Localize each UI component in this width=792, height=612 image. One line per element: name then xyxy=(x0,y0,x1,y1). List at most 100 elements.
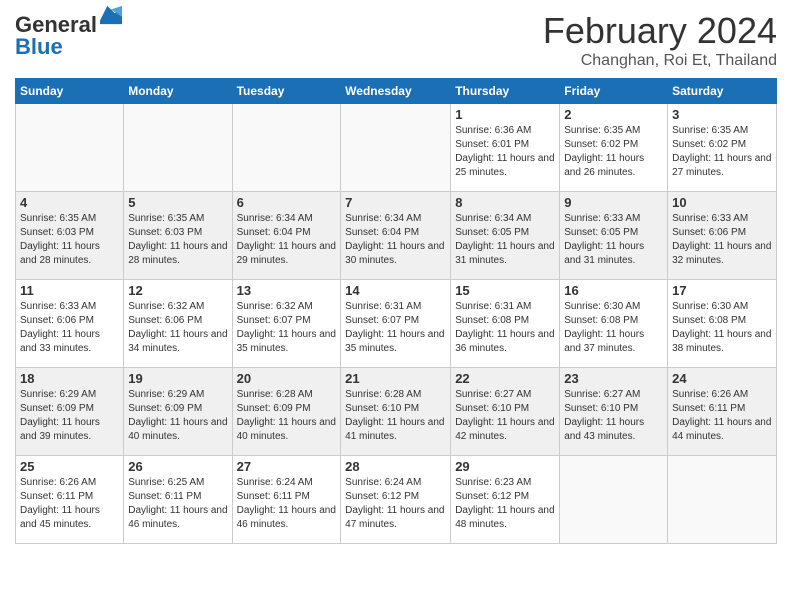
calendar-cell[interactable]: 13Sunrise: 6:32 AM Sunset: 6:07 PM Dayli… xyxy=(232,280,341,368)
day-info: Sunrise: 6:26 AM Sunset: 6:11 PM Dayligh… xyxy=(672,388,772,444)
calendar-cell[interactable]: 15 Sunrise: 6:31 AM Sunset: 6:08 PM Dayli… xyxy=(451,280,560,368)
day-info: Sunrise: 6:36 AM Sunset: 6:01 PM Dayligh… xyxy=(455,124,555,180)
calendar-cell[interactable]: 18 Sunrise: 6:29 AM Sunset: 6:09 PM Dayli… xyxy=(16,368,124,456)
day-info: Sunrise: 6:26 AM Sunset: 6:11 PM Dayligh… xyxy=(20,476,119,532)
logo-icon xyxy=(100,4,122,26)
day-number: 18 xyxy=(20,371,119,386)
day-number: 3 xyxy=(672,107,772,122)
calendar-cell[interactable]: 11 Sunrise: 6:33 AM Sunset: 6:06 PM Dayli… xyxy=(16,280,124,368)
calendar-cell[interactable]: 27 Sunrise: 6:24 AM Sunset: 6:11 PM Dayli… xyxy=(232,456,341,544)
calendar-cell xyxy=(16,104,124,192)
day-header-saturday: Saturday xyxy=(668,79,777,104)
day-number: 16 xyxy=(564,283,663,298)
day-info: Sunrise: 6:27 AM Sunset: 6:10 PM Dayligh… xyxy=(564,388,663,444)
day-info: Sunrise: 6:33 AM Sunset: 6:06 PM Dayligh… xyxy=(20,300,119,356)
day-info: Sunrise: 6:35 AM Sunset: 6:03 PM Dayligh… xyxy=(20,212,119,268)
calendar-cell[interactable]: 17 Sunrise: 6:30 AM Sunset: 6:08 PM Dayli… xyxy=(668,280,777,368)
day-number: 6 xyxy=(237,195,337,210)
calendar-cell[interactable]: 23Sunrise: 6:27 AM Sunset: 6:10 PM Dayli… xyxy=(560,368,668,456)
day-info: Sunrise: 6:30 AM Sunset: 6:08 PM Dayligh… xyxy=(672,300,772,356)
calendar-cell[interactable]: 16Sunrise: 6:30 AM Sunset: 6:08 PM Dayli… xyxy=(560,280,668,368)
day-number: 21 xyxy=(345,371,446,386)
day-number: 17 xyxy=(672,283,772,298)
calendar-cell[interactable]: 12 Sunrise: 6:32 AM Sunset: 6:06 PM Dayli… xyxy=(124,280,232,368)
day-info: Sunrise: 6:33 AM Sunset: 6:06 PM Dayligh… xyxy=(672,212,772,268)
title-month: February 2024 xyxy=(543,10,777,52)
day-info: Sunrise: 6:28 AM Sunset: 6:09 PM Dayligh… xyxy=(237,388,337,444)
day-number: 28 xyxy=(345,459,446,474)
day-header-monday: Monday xyxy=(124,79,232,104)
day-header-sunday: Sunday xyxy=(16,79,124,104)
calendar-cell[interactable]: 1Sunrise: 6:36 AM Sunset: 6:01 PM Daylig… xyxy=(451,104,560,192)
day-info: Sunrise: 6:29 AM Sunset: 6:09 PM Dayligh… xyxy=(20,388,119,444)
day-number: 8 xyxy=(455,195,555,210)
day-header-friday: Friday xyxy=(560,79,668,104)
day-number: 5 xyxy=(128,195,227,210)
day-number: 20 xyxy=(237,371,337,386)
logo: General Blue xyxy=(15,14,122,58)
day-number: 25 xyxy=(20,459,119,474)
day-number: 9 xyxy=(564,195,663,210)
day-number: 26 xyxy=(128,459,227,474)
calendar-cell[interactable]: 10 Sunrise: 6:33 AM Sunset: 6:06 PM Dayli… xyxy=(668,192,777,280)
calendar-week-row: 11 Sunrise: 6:33 AM Sunset: 6:06 PM Dayli… xyxy=(16,280,777,368)
calendar-cell[interactable]: 24 Sunrise: 6:26 AM Sunset: 6:11 PM Dayli… xyxy=(668,368,777,456)
day-info: Sunrise: 6:31 AM Sunset: 6:08 PM Dayligh… xyxy=(455,300,555,356)
day-header-wednesday: Wednesday xyxy=(341,79,451,104)
day-number: 24 xyxy=(672,371,772,386)
calendar-cell[interactable]: 25 Sunrise: 6:26 AM Sunset: 6:11 PM Dayli… xyxy=(16,456,124,544)
calendar-header-row: SundayMondayTuesdayWednesdayThursdayFrid… xyxy=(16,79,777,104)
day-info: Sunrise: 6:34 AM Sunset: 6:04 PM Dayligh… xyxy=(345,212,446,268)
day-info: Sunrise: 6:28 AM Sunset: 6:10 PM Dayligh… xyxy=(345,388,446,444)
day-number: 11 xyxy=(20,283,119,298)
day-info: Sunrise: 6:34 AM Sunset: 6:05 PM Dayligh… xyxy=(455,212,555,268)
logo-text: General Blue xyxy=(15,14,97,58)
day-info: Sunrise: 6:35 AM Sunset: 6:02 PM Dayligh… xyxy=(672,124,772,180)
calendar-cell[interactable]: 4 Sunrise: 6:35 AM Sunset: 6:03 PM Daylig… xyxy=(16,192,124,280)
calendar-cell[interactable]: 14Sunrise: 6:31 AM Sunset: 6:07 PM Dayli… xyxy=(341,280,451,368)
day-info: Sunrise: 6:25 AM Sunset: 6:11 PM Dayligh… xyxy=(128,476,227,532)
header: General Blue February 2024 Changhan, Roi… xyxy=(15,10,777,70)
day-info: Sunrise: 6:24 AM Sunset: 6:12 PM Dayligh… xyxy=(345,476,446,532)
day-number: 7 xyxy=(345,195,446,210)
day-number: 4 xyxy=(20,195,119,210)
day-info: Sunrise: 6:27 AM Sunset: 6:10 PM Dayligh… xyxy=(455,388,555,444)
day-info: Sunrise: 6:32 AM Sunset: 6:07 PM Dayligh… xyxy=(237,300,337,356)
calendar-cell[interactable]: 7 Sunrise: 6:34 AM Sunset: 6:04 PM Daylig… xyxy=(341,192,451,280)
day-number: 19 xyxy=(128,371,227,386)
day-info: Sunrise: 6:35 AM Sunset: 6:02 PM Dayligh… xyxy=(564,124,663,180)
calendar-cell[interactable]: 28 Sunrise: 6:24 AM Sunset: 6:12 PM Dayli… xyxy=(341,456,451,544)
calendar-week-row: 18 Sunrise: 6:29 AM Sunset: 6:09 PM Dayli… xyxy=(16,368,777,456)
calendar-cell[interactable]: 21 Sunrise: 6:28 AM Sunset: 6:10 PM Dayli… xyxy=(341,368,451,456)
calendar-cell xyxy=(124,104,232,192)
day-number: 22 xyxy=(455,371,555,386)
day-info: Sunrise: 6:23 AM Sunset: 6:12 PM Dayligh… xyxy=(455,476,555,532)
calendar-cell xyxy=(560,456,668,544)
calendar-cell[interactable]: 22 Sunrise: 6:27 AM Sunset: 6:10 PM Dayli… xyxy=(451,368,560,456)
calendar-cell[interactable]: 8 Sunrise: 6:34 AM Sunset: 6:05 PM Daylig… xyxy=(451,192,560,280)
day-info: Sunrise: 6:31 AM Sunset: 6:07 PM Dayligh… xyxy=(345,300,446,356)
day-info: Sunrise: 6:32 AM Sunset: 6:06 PM Dayligh… xyxy=(128,300,227,356)
calendar-cell[interactable]: 3 Sunrise: 6:35 AM Sunset: 6:02 PM Daylig… xyxy=(668,104,777,192)
day-info: Sunrise: 6:24 AM Sunset: 6:11 PM Dayligh… xyxy=(237,476,337,532)
day-number: 27 xyxy=(237,459,337,474)
calendar-cell xyxy=(341,104,451,192)
calendar-week-row: 1Sunrise: 6:36 AM Sunset: 6:01 PM Daylig… xyxy=(16,104,777,192)
day-number: 15 xyxy=(455,283,555,298)
calendar-cell[interactable]: 5Sunrise: 6:35 AM Sunset: 6:03 PM Daylig… xyxy=(124,192,232,280)
calendar-cell[interactable]: 2Sunrise: 6:35 AM Sunset: 6:02 PM Daylig… xyxy=(560,104,668,192)
day-info: Sunrise: 6:29 AM Sunset: 6:09 PM Dayligh… xyxy=(128,388,227,444)
calendar-week-row: 25 Sunrise: 6:26 AM Sunset: 6:11 PM Dayli… xyxy=(16,456,777,544)
day-info: Sunrise: 6:34 AM Sunset: 6:04 PM Dayligh… xyxy=(237,212,337,268)
calendar-table: SundayMondayTuesdayWednesdayThursdayFrid… xyxy=(15,78,777,544)
calendar-cell[interactable]: 19 Sunrise: 6:29 AM Sunset: 6:09 PM Dayli… xyxy=(124,368,232,456)
calendar-cell[interactable]: 29Sunrise: 6:23 AM Sunset: 6:12 PM Dayli… xyxy=(451,456,560,544)
day-header-tuesday: Tuesday xyxy=(232,79,341,104)
calendar-cell[interactable]: 6 Sunrise: 6:34 AM Sunset: 6:04 PM Daylig… xyxy=(232,192,341,280)
calendar-cell[interactable]: 9Sunrise: 6:33 AM Sunset: 6:05 PM Daylig… xyxy=(560,192,668,280)
calendar-cell[interactable]: 20 Sunrise: 6:28 AM Sunset: 6:09 PM Dayli… xyxy=(232,368,341,456)
day-number: 12 xyxy=(128,283,227,298)
calendar-cell xyxy=(668,456,777,544)
calendar-cell[interactable]: 26 Sunrise: 6:25 AM Sunset: 6:11 PM Dayli… xyxy=(124,456,232,544)
day-number: 10 xyxy=(672,195,772,210)
